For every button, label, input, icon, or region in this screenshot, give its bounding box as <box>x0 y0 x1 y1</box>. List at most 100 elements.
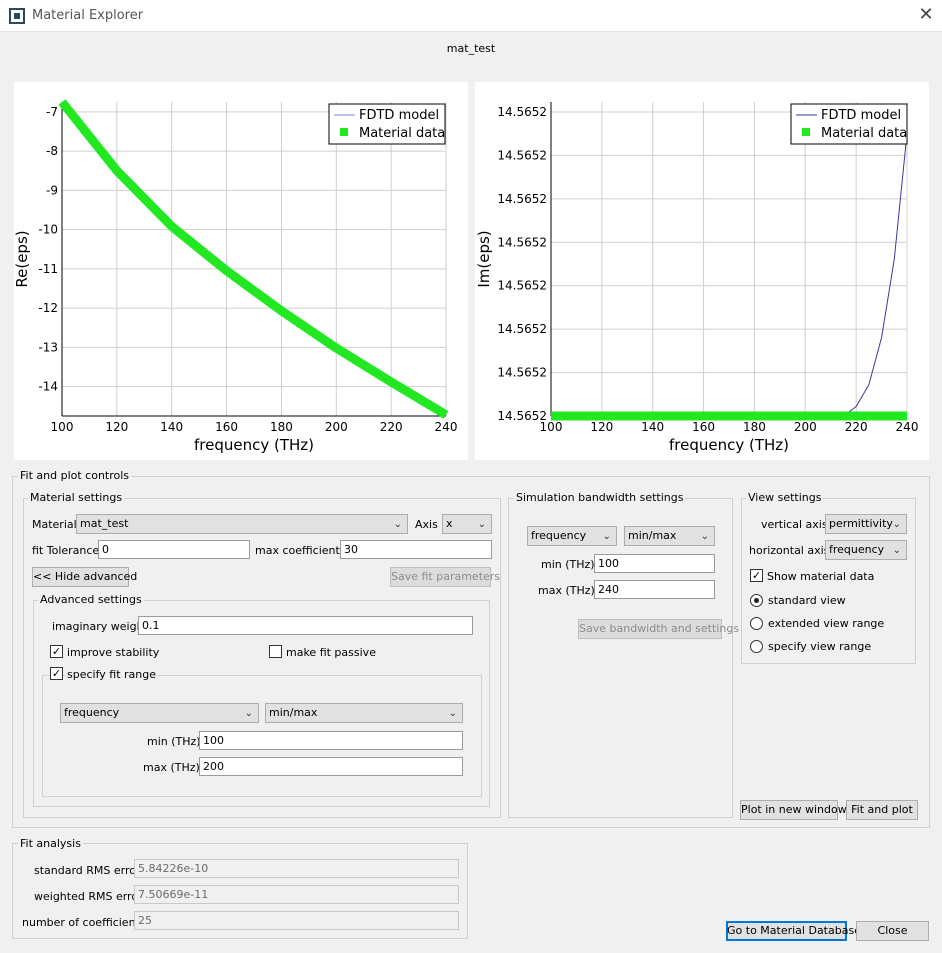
material-title: mat_test <box>446 42 496 55</box>
material-select[interactable]: mat_test ⌄ <box>76 514 408 534</box>
imaginary-weight-label: imaginary weight <box>52 620 148 633</box>
make-fit-passive-checkbox[interactable] <box>269 645 282 658</box>
x-tick-label: 200 <box>325 420 348 434</box>
sim-min-input[interactable]: 100 <box>594 554 715 573</box>
go-to-material-database-button[interactable]: Go to Material Database <box>726 921 861 941</box>
specify-view-radio[interactable] <box>750 640 763 653</box>
material-data-series <box>58 99 449 419</box>
im-eps-plot: 100 120 140 160 180 200 220 240 14.5652 14.5652 14… <box>475 82 929 460</box>
x-tick-label: 180 <box>270 420 293 434</box>
improve-stability-label: improve stability <box>67 646 160 659</box>
vertical-axis-value: permittivity <box>829 517 893 530</box>
y-tick-label: 14.5652 <box>497 105 547 119</box>
num-coefficients-value: 25 <box>134 911 459 930</box>
fit-max-label: max (THz) <box>143 761 200 774</box>
window-close-icon[interactable]: ✕ <box>916 4 936 26</box>
sim-max-input[interactable]: 240 <box>594 580 715 599</box>
fit-range-mode-select[interactable]: min/max ⌄ <box>265 703 463 723</box>
x-tick-label: 140 <box>641 420 664 434</box>
make-fit-passive-label: make fit passive <box>286 646 376 659</box>
horizontal-axis-select[interactable]: frequency ⌄ <box>825 540 907 560</box>
num-coefficients-label: number of coefficients <box>22 916 146 929</box>
fit-range-type-select[interactable]: frequency ⌄ <box>60 703 259 723</box>
fit-max-input[interactable]: 200 <box>199 757 463 776</box>
sim-min-label: min (THz) <box>541 558 595 571</box>
re-eps-plot: 100 120 140 160 180 200 220 240 -7 -8 -9 -10 -11 -12 -… <box>13 82 468 460</box>
legend-model-label: FDTD model <box>821 108 901 123</box>
x-tick-label: 120 <box>590 420 613 434</box>
im-eps-chart: 100 120 140 160 180 200 220 24014.565214.565214… <box>475 102 919 454</box>
fit-analysis-title: Fit analysis <box>18 837 83 850</box>
weighted-rms-value: 7.50669e-11 <box>134 885 459 904</box>
y-tick-label: 14.5652 <box>497 148 547 162</box>
fit-tolerance-label: fit Tolerance <box>32 544 100 557</box>
max-coefficients-label: max coefficients <box>255 544 346 557</box>
save-bandwidth-button[interactable]: Save bandwidth and settings <box>578 619 739 639</box>
vertical-axis-label: vertical axis <box>761 518 828 531</box>
y-tick-label: -11 <box>38 262 58 276</box>
imaginary-weight-input[interactable]: 0.1 <box>138 616 473 635</box>
extended-view-radio[interactable] <box>750 617 763 630</box>
material-select-value: mat_test <box>80 517 129 530</box>
y-tick-label: -9 <box>46 183 58 197</box>
sim-max-label: max (THz) <box>538 584 595 597</box>
vertical-axis-select[interactable]: permittivity ⌄ <box>825 514 907 534</box>
max-coefficients-input[interactable]: 30 <box>340 540 492 559</box>
y-tick-label: -14 <box>38 380 58 394</box>
y-tick-label: 14.5652 <box>497 409 547 423</box>
y-axis-label: Im(eps) <box>475 230 493 287</box>
plot-new-window-button[interactable]: Plot in new window <box>740 800 847 820</box>
x-axis-label: frequency (THz) <box>669 436 789 454</box>
horizontal-axis-value: frequency <box>829 543 885 556</box>
sim-type-value: frequency <box>531 529 587 542</box>
fit-and-plot-button[interactable]: Fit and plot <box>846 800 918 820</box>
fit-min-label: min (THz) <box>147 735 201 748</box>
simulation-bandwidth-group <box>508 498 733 818</box>
improve-stability-checkbox[interactable]: ✓ <box>50 645 63 658</box>
axis-select-value: x <box>446 517 453 530</box>
y-tick-label: 14.5652 <box>497 366 547 380</box>
simulation-bandwidth-title: Simulation bandwidth settings <box>514 491 686 504</box>
x-tick-label: 160 <box>215 420 238 434</box>
show-material-data-checkbox[interactable]: ✓ <box>750 569 763 582</box>
legend-data-label: Material data <box>359 126 445 141</box>
chevron-down-icon: ⌄ <box>393 519 402 530</box>
x-tick-label: 220 <box>380 420 403 434</box>
x-tick-label: 220 <box>845 420 868 434</box>
axis-label: Axis <box>415 518 438 531</box>
standard-rms-value: 5.84226e-10 <box>134 859 459 878</box>
close-button[interactable]: Close <box>856 921 929 941</box>
x-tick-label: 120 <box>105 420 128 434</box>
sim-type-select[interactable]: frequency ⌄ <box>527 526 617 546</box>
horizontal-axis-label: horizontal axis <box>749 544 830 557</box>
standard-view-radio[interactable] <box>750 594 763 607</box>
x-tick-label: 180 <box>743 420 766 434</box>
fit-min-input[interactable]: 100 <box>199 731 463 750</box>
y-tick-label: 14.5652 <box>497 235 547 249</box>
y-tick-label: 14.5652 <box>497 322 547 336</box>
y-axis-label: Re(eps) <box>14 230 31 287</box>
specify-fit-range-checkbox[interactable]: ✓ <box>50 667 63 680</box>
view-settings-title: View settings <box>746 491 824 504</box>
legend-data-swatch <box>340 128 348 136</box>
fdtd-model-series <box>551 133 908 417</box>
x-axis-label: frequency (THz) <box>194 436 314 454</box>
chevron-down-icon: ⌄ <box>892 545 901 556</box>
window-title: Material Explorer <box>32 8 144 23</box>
standard-view-label: standard view <box>768 594 846 607</box>
y-tick-label: -10 <box>38 223 58 237</box>
material-settings-title: Material settings <box>28 491 125 504</box>
fit-plot-controls-title: Fit and plot controls <box>18 469 132 482</box>
y-tick-label: -8 <box>46 144 58 158</box>
save-fit-parameters-button[interactable]: Save fit parameters <box>390 567 500 587</box>
sim-mode-select[interactable]: min/max ⌄ <box>624 526 715 546</box>
chevron-down-icon: ⌄ <box>477 519 486 530</box>
fit-range-mode-value: min/max <box>269 706 318 719</box>
standard-rms-label: standard RMS error <box>34 864 141 877</box>
axis-select[interactable]: x ⌄ <box>442 514 492 534</box>
specify-view-label: specify view range <box>768 640 872 653</box>
fit-tolerance-input[interactable]: 0 <box>98 540 250 559</box>
legend-data-label: Material data <box>821 126 907 141</box>
hide-advanced-button[interactable]: << Hide advanced <box>32 567 137 587</box>
x-tick-label: 240 <box>896 420 919 434</box>
